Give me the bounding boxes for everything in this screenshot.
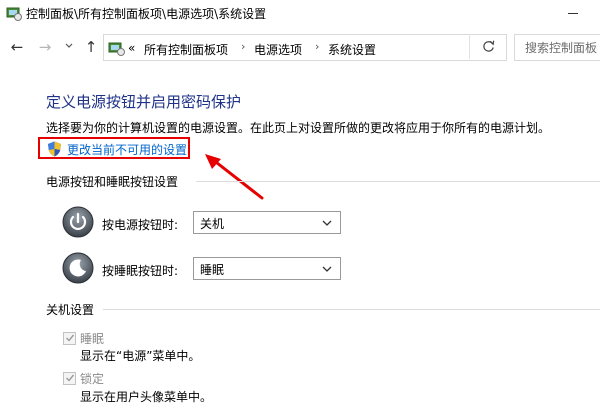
sleep-button-action-select[interactable]: 睡眠 <box>193 257 341 280</box>
section-divider <box>196 181 600 182</box>
window-title: 控制面板\所有控制面板项\电源选项\系统设置 <box>26 7 267 21</box>
address-bar[interactable]: « 所有控制面板项 › 电源选项 › 系统设置 <box>103 34 507 61</box>
page-title: 定义电源按钮并启用密码保护 <box>46 93 242 111</box>
control-panel-icon <box>6 7 22 21</box>
shutdown-section-heading: 关机设置 <box>46 303 95 317</box>
breadcrumb-all-items[interactable]: 所有控制面板项 <box>144 41 228 58</box>
lock-option-label: 锁定 <box>80 372 105 386</box>
checkmark-icon <box>66 334 75 342</box>
checkmark-icon <box>66 374 75 382</box>
power-buttons-section-heading: 电源按钮和睡眠按钮设置 <box>46 175 179 189</box>
power-button-icon <box>62 206 94 238</box>
power-button-label: 按电源按钮时: <box>102 218 179 232</box>
sleep-button-action-value: 睡眠 <box>200 263 225 277</box>
chevron-down-icon <box>322 266 332 272</box>
breadcrumb-power-options[interactable]: 电源选项 <box>254 41 302 58</box>
shield-icon <box>48 141 61 157</box>
minimize-button[interactable] <box>554 0 600 28</box>
sleep-option-label: 睡眠 <box>80 332 105 346</box>
navigation-bar: ← → ↑ « 所有控制面板项 › 电源选项 › 系统设置 <box>0 30 600 64</box>
annotation-arrow-icon <box>205 154 264 200</box>
title-bar: 控制面板\所有控制面板项\电源选项\系统设置 <box>0 0 600 28</box>
sleep-button-icon <box>62 252 94 284</box>
search-box[interactable] <box>514 34 600 61</box>
section-divider <box>103 309 600 310</box>
breadcrumb-separator-icon[interactable]: › <box>241 40 245 53</box>
lock-option-description: 显示在用户头像菜单中。 <box>80 390 213 404</box>
chevron-down-icon <box>322 220 332 226</box>
page-description: 选择要为你的计算机设置的电源设置。在此页上对设置所做的更改将应用于你所有的电源计… <box>46 121 551 135</box>
refresh-icon <box>483 40 495 52</box>
breadcrumb-overflow[interactable]: « <box>128 41 135 55</box>
power-button-action-select[interactable]: 关机 <box>193 211 341 234</box>
search-input[interactable] <box>515 35 600 60</box>
sleep-checkbox[interactable] <box>63 332 76 345</box>
forward-arrow-icon[interactable]: → <box>36 38 54 56</box>
sleep-option-description: 显示在“电源”菜单中。 <box>80 349 201 363</box>
sleep-button-label: 按睡眠按钮时: <box>102 264 179 278</box>
power-button-action-value: 关机 <box>200 217 225 231</box>
breadcrumb-system-settings[interactable]: 系统设置 <box>328 41 376 58</box>
back-arrow-icon[interactable]: ← <box>8 38 26 56</box>
control-panel-icon <box>108 42 125 56</box>
up-arrow-icon[interactable]: ↑ <box>82 38 100 56</box>
change-settings-label[interactable]: 更改当前不可用的设置 <box>67 141 187 158</box>
lock-checkbox[interactable] <box>63 372 76 385</box>
recent-locations-chevron-icon[interactable] <box>64 40 74 52</box>
refresh-button[interactable] <box>469 34 506 59</box>
breadcrumb-separator-icon[interactable]: › <box>315 40 319 53</box>
change-settings-link[interactable]: 更改当前不可用的设置 <box>38 137 190 159</box>
